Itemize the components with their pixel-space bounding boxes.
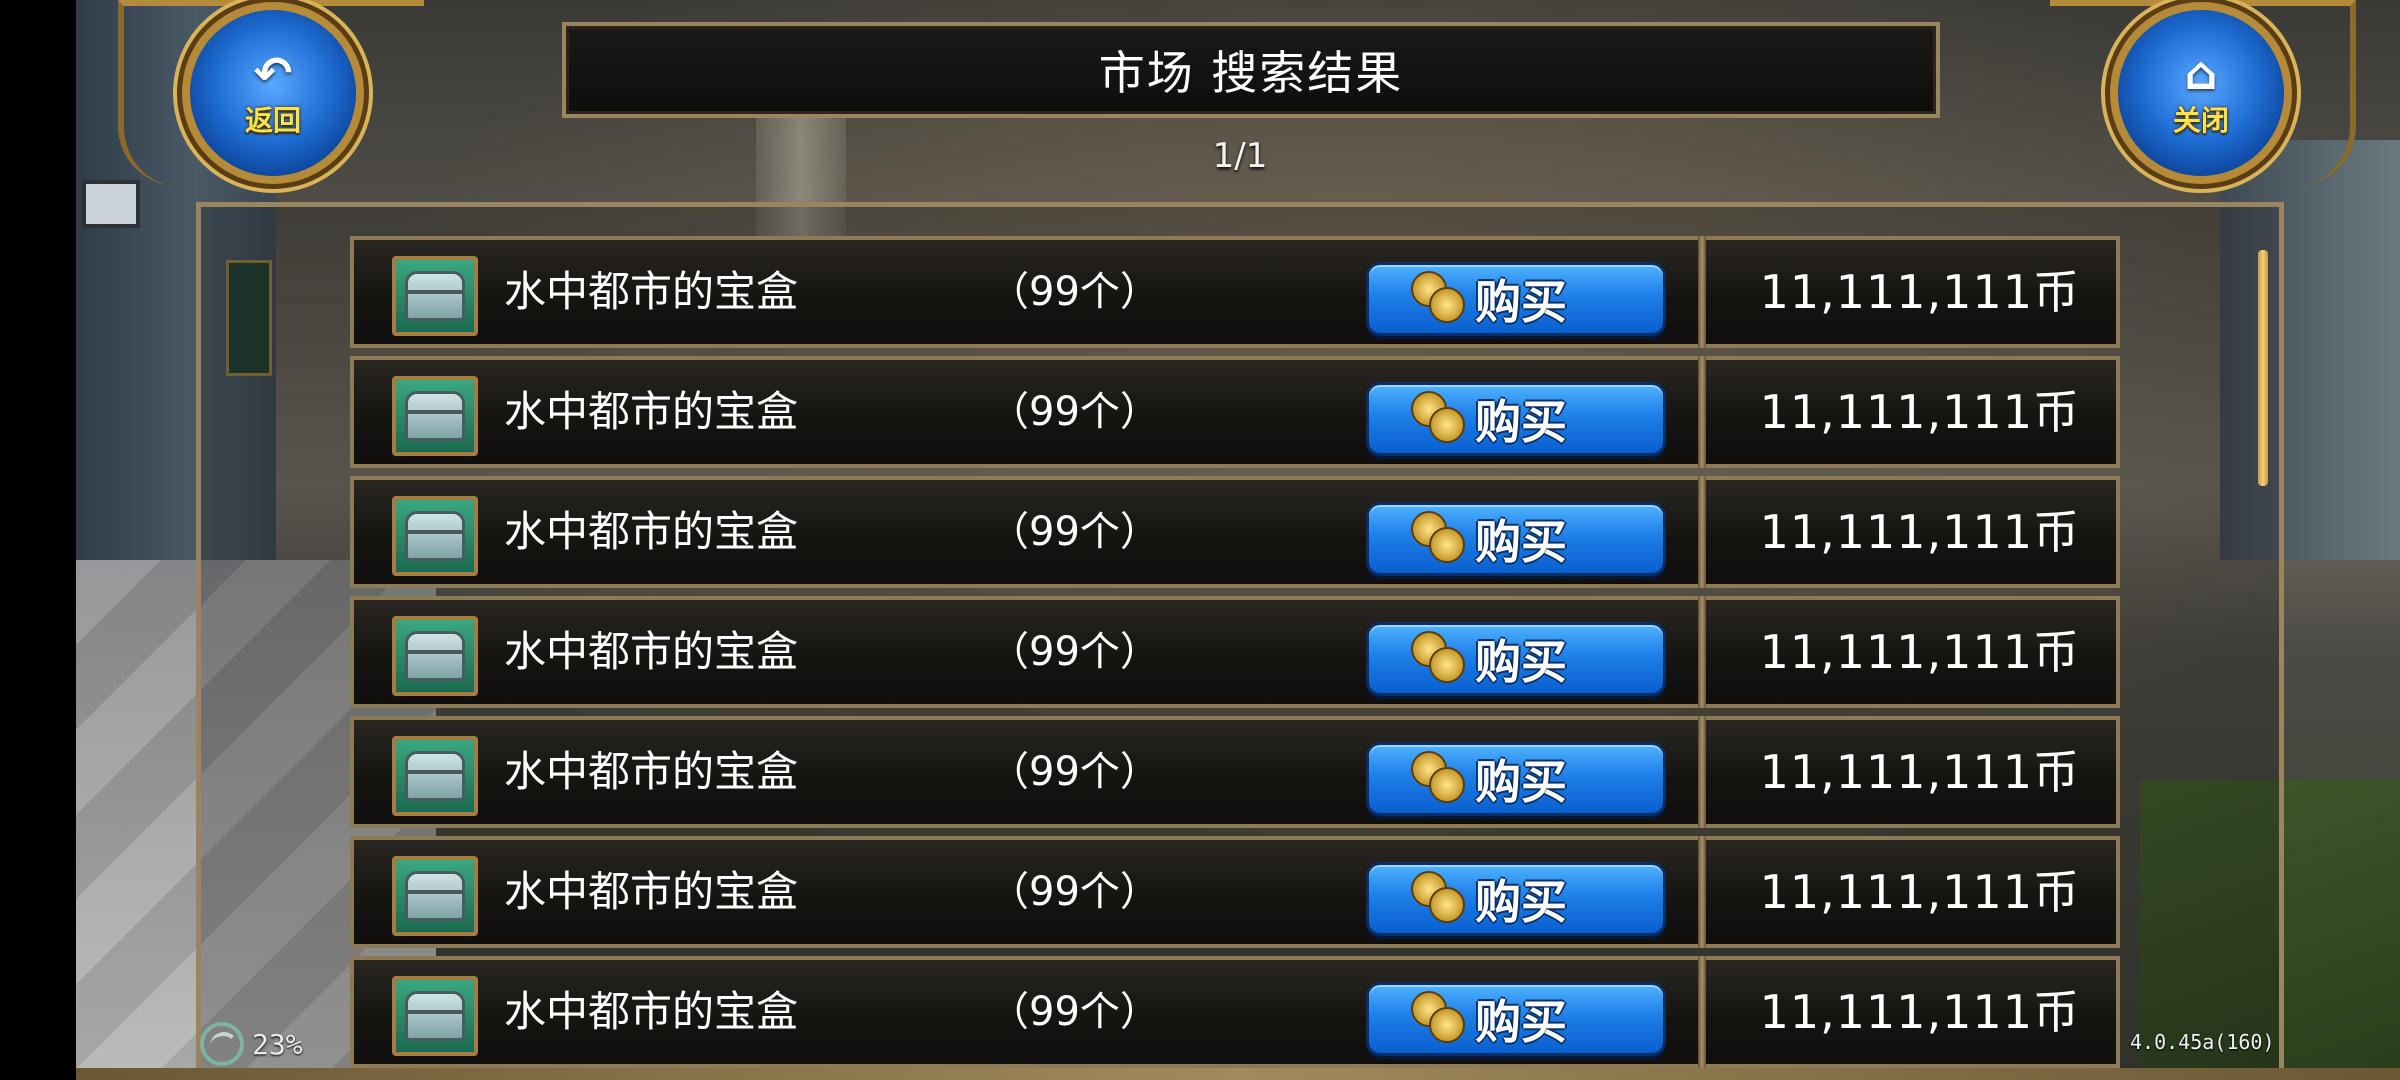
buy-button[interactable]: 购买 <box>1366 262 1666 336</box>
version-label: 4.0.45a(160) <box>2130 1030 2275 1054</box>
buy-button[interactable]: 购买 <box>1366 382 1666 456</box>
item-price: 11,111,111币 <box>1759 865 2080 919</box>
item-quantity: （99个） <box>989 389 1160 435</box>
item-quantity: （99个） <box>989 749 1160 795</box>
column-divider <box>1698 356 1706 468</box>
item-quantity: （99个） <box>989 869 1160 915</box>
treasure-chest-icon[interactable] <box>392 376 478 456</box>
status-percent: 23% <box>252 1027 303 1061</box>
coins-icon <box>1411 509 1471 569</box>
back-arrow-icon: ↶ <box>253 46 293 100</box>
buy-button-label: 购买 <box>1475 275 1567 329</box>
item-price: 11,111,111币 <box>1759 985 2080 1039</box>
item-price: 11,111,111币 <box>1759 505 2080 559</box>
list-item: 水中都市的宝盒 （99个） 购买 11,111,111币 <box>350 476 2120 588</box>
buy-button-label: 购买 <box>1475 995 1567 1049</box>
list-item: 水中都市的宝盒 （99个） 购买 11,111,111币 <box>350 716 2120 828</box>
list-item: 水中都市的宝盒 （99个） 购买 11,111,111币 <box>350 356 2120 468</box>
buy-button-label: 购买 <box>1475 395 1567 449</box>
close-button-label: 关闭 <box>2172 104 2229 137</box>
scene-window <box>82 180 140 228</box>
column-divider <box>1698 716 1706 828</box>
coins-icon <box>1411 989 1471 1049</box>
column-divider <box>1698 836 1706 948</box>
item-name: 水中都市的宝盒 <box>504 987 799 1036</box>
buy-button-label: 购买 <box>1475 635 1567 689</box>
item-price: 11,111,111币 <box>1759 745 2080 799</box>
buy-button-label: 购买 <box>1475 875 1567 929</box>
item-name: 水中都市的宝盒 <box>504 867 799 916</box>
connection-status: 23% <box>200 1022 303 1066</box>
coins-icon <box>1411 749 1471 809</box>
page-indicator: 1/1 <box>1212 136 1268 176</box>
column-divider <box>1698 476 1706 588</box>
treasure-chest-icon[interactable] <box>392 736 478 816</box>
list-item: 水中都市的宝盒 （99个） 购买 11,111,111币 <box>350 836 2120 948</box>
buy-button[interactable]: 购买 <box>1366 982 1666 1056</box>
item-name: 水中都市的宝盒 <box>504 267 799 316</box>
signal-icon <box>200 1022 244 1066</box>
buy-button[interactable]: 购买 <box>1366 742 1666 816</box>
bottom-frame-bar <box>76 1068 2400 1080</box>
title-bar: 市场 搜索结果 <box>562 22 1940 118</box>
treasure-chest-icon[interactable] <box>392 616 478 696</box>
column-divider <box>1698 596 1706 708</box>
list-item: 水中都市的宝盒 （99个） 购买 11,111,111币 <box>350 956 2120 1068</box>
list-item: 水中都市的宝盒 （99个） 购买 11,111,111币 <box>350 236 2120 348</box>
back-button-label: 返回 <box>244 104 301 137</box>
item-quantity: （99个） <box>989 269 1160 315</box>
item-price: 11,111,111币 <box>1759 265 2080 319</box>
column-divider <box>1698 236 1706 348</box>
treasure-chest-icon[interactable] <box>392 496 478 576</box>
item-price: 11,111,111币 <box>1759 625 2080 679</box>
treasure-chest-icon[interactable] <box>392 856 478 936</box>
list-item: 水中都市的宝盒 （99个） 购买 11,111,111币 <box>350 596 2120 708</box>
coins-icon <box>1411 269 1471 329</box>
column-divider <box>1698 956 1706 1068</box>
coins-icon <box>1411 869 1471 929</box>
page-title: 市场 搜索结果 <box>1098 46 1404 100</box>
item-name: 水中都市的宝盒 <box>504 507 799 556</box>
list-scrollbar[interactable] <box>2258 250 2268 486</box>
coins-icon <box>1411 389 1471 449</box>
buy-button[interactable]: 购买 <box>1366 502 1666 576</box>
buy-button[interactable]: 购买 <box>1366 622 1666 696</box>
home-icon: ⌂ <box>2184 46 2218 100</box>
buy-button[interactable]: 购买 <box>1366 862 1666 936</box>
item-name: 水中都市的宝盒 <box>504 747 799 796</box>
treasure-chest-icon[interactable] <box>392 256 478 336</box>
item-price: 11,111,111币 <box>1759 385 2080 439</box>
item-quantity: （99个） <box>989 629 1160 675</box>
treasure-chest-icon[interactable] <box>392 976 478 1056</box>
item-quantity: （99个） <box>989 989 1160 1035</box>
item-name: 水中都市的宝盒 <box>504 627 799 676</box>
buy-button-label: 购买 <box>1475 515 1567 569</box>
coins-icon <box>1411 629 1471 689</box>
buy-button-label: 购买 <box>1475 755 1567 809</box>
back-button[interactable]: ↶ 返回 <box>190 10 356 176</box>
close-button[interactable]: ⌂ 关闭 <box>2118 10 2284 176</box>
item-name: 水中都市的宝盒 <box>504 387 799 436</box>
item-quantity: （99个） <box>989 509 1160 555</box>
